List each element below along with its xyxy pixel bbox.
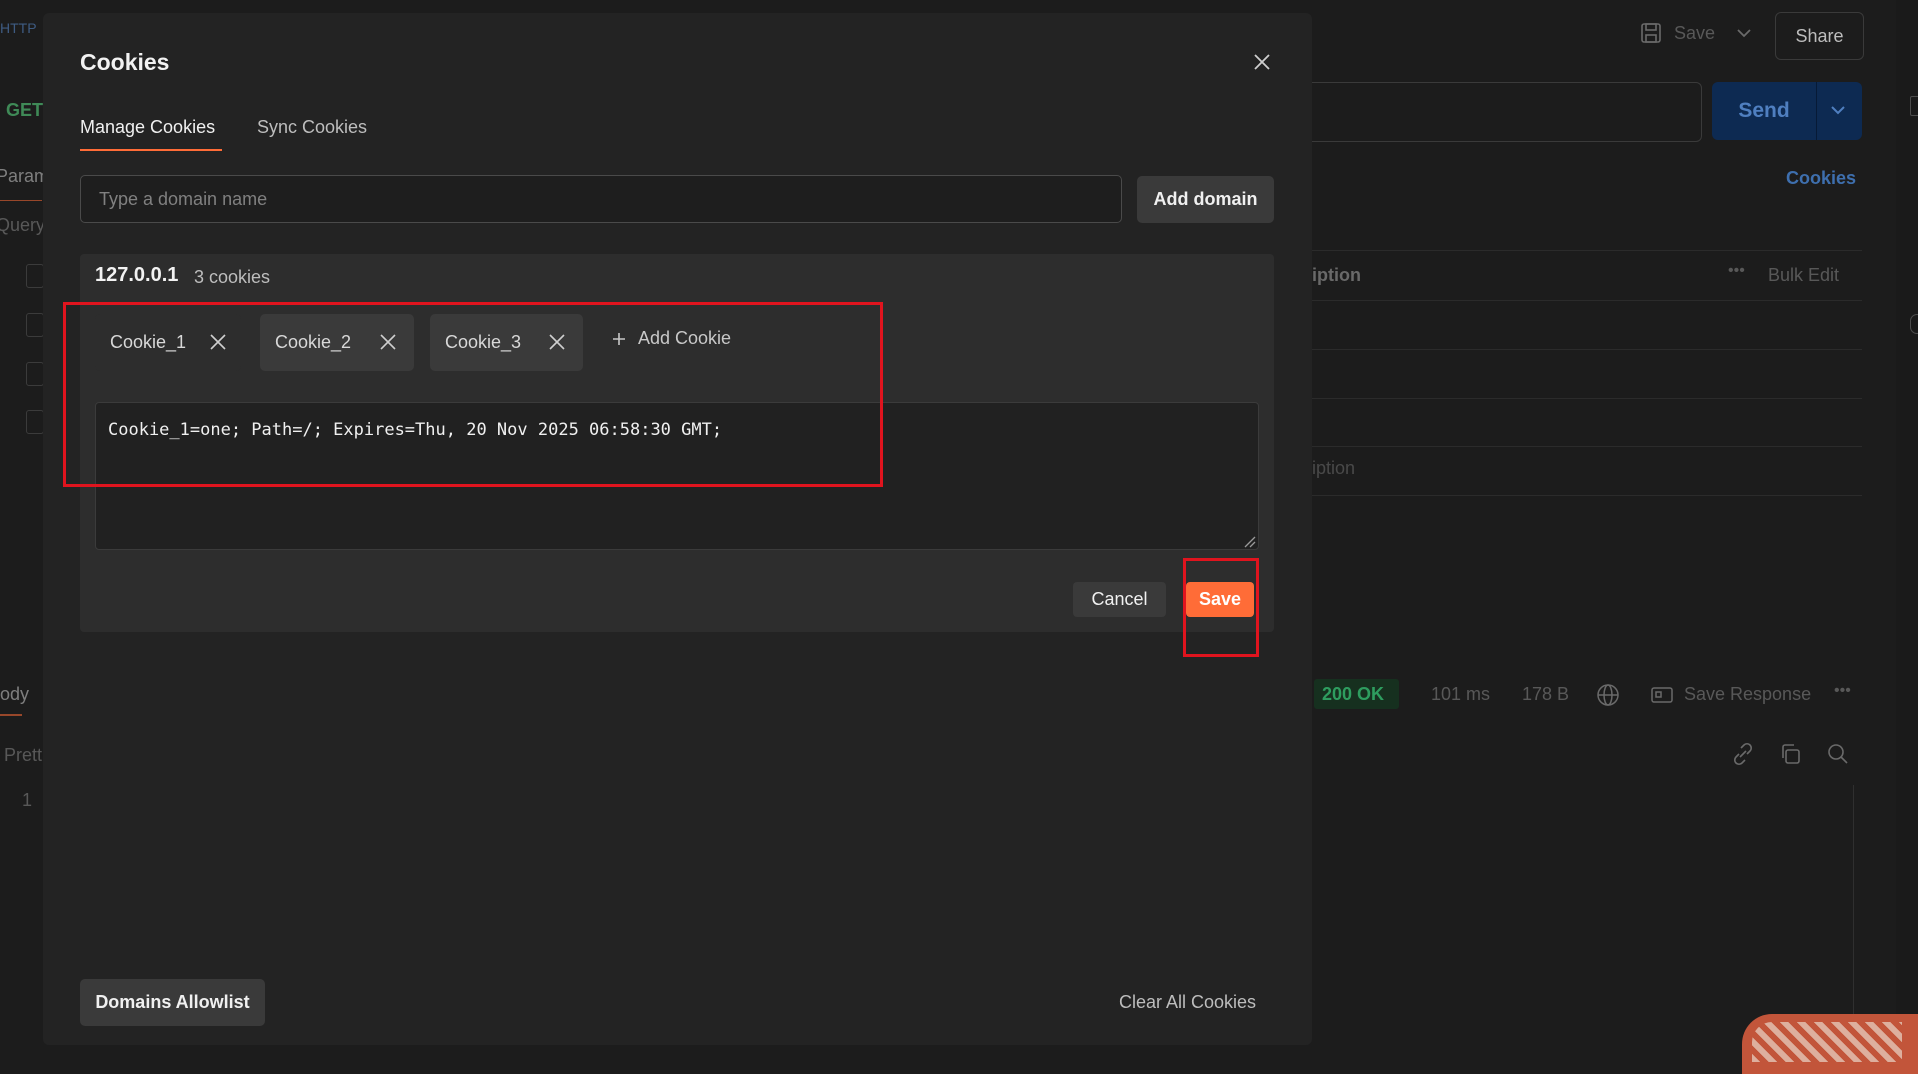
- tab-manage-cookies[interactable]: Manage Cookies: [80, 117, 215, 138]
- cancel-button[interactable]: Cancel: [1073, 582, 1166, 617]
- cookie-count: 3 cookies: [194, 267, 271, 287]
- highlight-box: [63, 302, 883, 487]
- domain-input[interactable]: [80, 175, 1122, 223]
- modal-title: Cookies: [80, 49, 170, 75]
- domain-name: 127.0.0.1: [95, 264, 179, 286]
- active-tab-indicator: [80, 149, 222, 151]
- tab-sync-cookies[interactable]: Sync Cookies: [257, 117, 367, 138]
- add-domain-button[interactable]: Add domain: [1137, 176, 1274, 223]
- resize-grip-icon[interactable]: [1244, 536, 1256, 548]
- domains-allowlist-button[interactable]: Domains Allowlist: [80, 979, 265, 1026]
- highlight-box: [1183, 558, 1259, 657]
- clear-all-cookies-button[interactable]: Clear All Cookies: [1119, 992, 1256, 1013]
- close-icon[interactable]: [1252, 52, 1272, 72]
